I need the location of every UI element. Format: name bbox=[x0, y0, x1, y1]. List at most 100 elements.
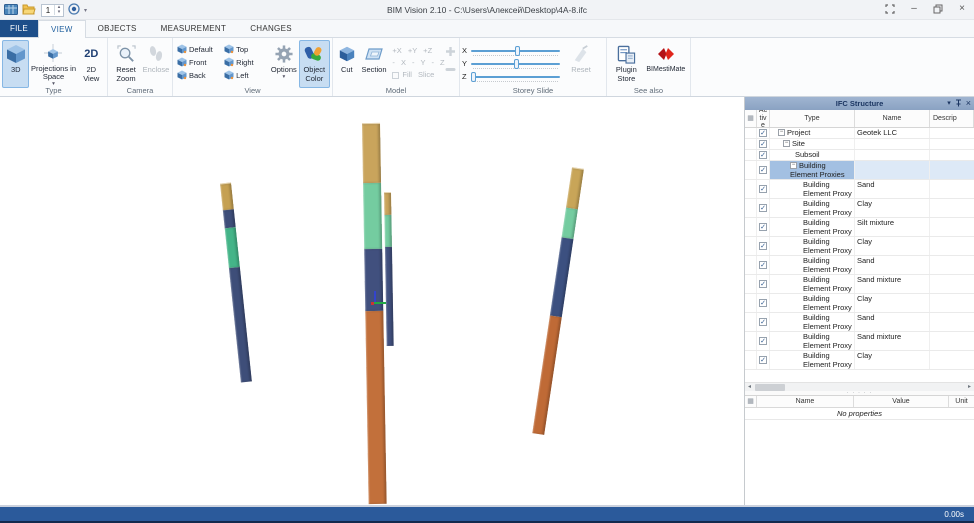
grid-corner-icon[interactable]: ▦ bbox=[745, 110, 757, 127]
soil-layer-segment[interactable] bbox=[220, 182, 234, 210]
view-top-button[interactable]: Top bbox=[222, 43, 269, 56]
slider-track-z[interactable] bbox=[471, 71, 560, 83]
row-type-cell[interactable]: Building Element Proxy bbox=[770, 256, 855, 274]
tree-row[interactable]: ✓Building Element ProxyClay bbox=[745, 237, 974, 256]
slider-handle-y[interactable] bbox=[514, 59, 519, 69]
minimize-button[interactable]: – bbox=[908, 3, 920, 15]
minus-axes-label[interactable]: - X - Y - Z bbox=[392, 57, 444, 69]
collapse-expander-icon[interactable]: − bbox=[790, 162, 797, 169]
soil-layer-segment[interactable] bbox=[566, 167, 584, 209]
view-left-button[interactable]: Left bbox=[222, 69, 269, 82]
fill-slice-checkbox[interactable]: Fill Slice bbox=[392, 69, 444, 81]
row-name-cell[interactable]: Sand mixture bbox=[855, 332, 930, 350]
close-icon[interactable]: × bbox=[966, 99, 971, 108]
borehole-middle-thin[interactable] bbox=[384, 192, 394, 346]
borehole-middle[interactable] bbox=[362, 123, 387, 504]
tree-row[interactable]: ✓−Site bbox=[745, 139, 974, 150]
minus-icon[interactable] bbox=[445, 65, 456, 74]
2d-view-button[interactable]: 2D 2D View bbox=[78, 40, 105, 88]
row-checkbox[interactable]: ✓ bbox=[759, 261, 767, 269]
collapse-expander-icon[interactable]: − bbox=[783, 140, 790, 147]
row-name-cell[interactable]: Clay bbox=[855, 199, 930, 217]
row-checkbox[interactable]: ✓ bbox=[759, 280, 767, 288]
tree-row[interactable]: ✓Building Element ProxySand bbox=[745, 256, 974, 275]
options-button[interactable]: Options ▾ bbox=[269, 40, 298, 88]
row-type-cell[interactable]: Building Element Proxy bbox=[770, 294, 855, 312]
plus-axes-label[interactable]: +X +Y +Z bbox=[392, 45, 444, 57]
tab-file[interactable]: FILE bbox=[0, 20, 38, 37]
row-checkbox[interactable]: ✓ bbox=[759, 151, 767, 159]
selection-count-spinner[interactable]: 1 ▴ ▾ bbox=[41, 4, 64, 17]
slider-track-y[interactable] bbox=[471, 58, 560, 70]
row-checkbox[interactable]: ✓ bbox=[759, 223, 767, 231]
borehole-left[interactable] bbox=[220, 182, 252, 382]
soil-layer-segment[interactable] bbox=[384, 192, 391, 215]
soil-layer-segment[interactable] bbox=[223, 209, 236, 228]
chevron-down-icon[interactable]: ▾ bbox=[947, 100, 951, 107]
reset-zoom-button[interactable]: Reset Zoom bbox=[110, 40, 142, 88]
row-type-cell[interactable]: Building Element Proxy bbox=[770, 313, 855, 331]
row-checkbox[interactable]: ✓ bbox=[759, 129, 767, 137]
soil-layer-segment[interactable] bbox=[385, 247, 394, 346]
property-column-value[interactable]: Value bbox=[854, 396, 949, 407]
tree-row[interactable]: ✓Building Element ProxySand bbox=[745, 180, 974, 199]
slider-track-x[interactable] bbox=[471, 45, 560, 57]
row-checkbox[interactable]: ✓ bbox=[759, 140, 767, 148]
soil-layer-segment[interactable] bbox=[384, 215, 392, 247]
row-type-cell[interactable]: −Site bbox=[770, 139, 855, 149]
tree-row[interactable]: ✓Building Element ProxyClay bbox=[745, 199, 974, 218]
tab-changes[interactable]: CHANGES bbox=[238, 20, 304, 37]
row-type-cell[interactable]: Building Element Proxy bbox=[770, 237, 855, 255]
row-name-cell[interactable]: Sand bbox=[855, 256, 930, 274]
row-name-cell[interactable]: Clay bbox=[855, 294, 930, 312]
column-header-name[interactable]: Name bbox=[855, 110, 930, 127]
row-type-cell[interactable]: Subsoil bbox=[770, 150, 855, 160]
view-front-button[interactable]: Front bbox=[175, 56, 222, 69]
grid-corner-icon[interactable]: ▦ bbox=[745, 396, 757, 407]
row-type-cell[interactable]: Building Element Proxy bbox=[770, 218, 855, 236]
tab-view[interactable]: VIEW bbox=[38, 20, 86, 38]
borehole-right[interactable] bbox=[532, 167, 584, 435]
tree-row[interactable]: ✓Building Element ProxyClay bbox=[745, 351, 974, 370]
spinner-down-icon[interactable]: ▾ bbox=[55, 10, 63, 15]
soil-layer-segment[interactable] bbox=[562, 208, 578, 239]
row-name-cell[interactable] bbox=[855, 150, 930, 160]
scrollbar-thumb[interactable] bbox=[755, 384, 785, 391]
soil-layer-segment[interactable] bbox=[532, 315, 561, 434]
restore-button[interactable] bbox=[932, 3, 944, 15]
row-name-cell[interactable] bbox=[855, 161, 930, 179]
row-type-cell[interactable]: −Project bbox=[770, 128, 855, 138]
soil-layer-segment[interactable] bbox=[362, 123, 381, 183]
column-header-type[interactable]: Type bbox=[770, 110, 855, 127]
spinner-arrows[interactable]: ▴ ▾ bbox=[54, 5, 63, 15]
tree-row[interactable]: ✓Subsoil bbox=[745, 150, 974, 161]
projections-in-space-button[interactable]: Projections in Space ▾ bbox=[29, 40, 77, 88]
object-color-button[interactable]: Object Color bbox=[299, 40, 330, 88]
slider-handle-z[interactable] bbox=[471, 72, 476, 82]
plus-icon[interactable] bbox=[445, 46, 456, 59]
fullscreen-button[interactable] bbox=[884, 3, 896, 15]
soil-layer-segment[interactable] bbox=[225, 227, 240, 268]
cut-button[interactable]: Cut bbox=[335, 40, 359, 88]
soil-layer-segment[interactable] bbox=[550, 237, 574, 317]
row-name-cell[interactable]: Clay bbox=[855, 237, 930, 255]
bimestimate-button[interactable]: BIMestiMate bbox=[644, 40, 688, 88]
view-default-button[interactable]: Default bbox=[175, 43, 222, 56]
tab-objects[interactable]: OBJECTS bbox=[86, 20, 149, 37]
target-icon[interactable] bbox=[68, 3, 80, 17]
storey-reset-button[interactable]: Reset bbox=[564, 40, 598, 88]
tree-row[interactable]: ✓Building Element ProxyClay bbox=[745, 294, 974, 313]
slider-handle-x[interactable] bbox=[515, 46, 520, 56]
view-back-button[interactable]: Back bbox=[175, 69, 222, 82]
soil-layer-segment[interactable] bbox=[229, 267, 252, 383]
tree-row[interactable]: ✓Building Element ProxySilt mixture bbox=[745, 218, 974, 237]
soil-layer-segment[interactable] bbox=[365, 311, 386, 504]
tree-row[interactable]: ✓Building Element ProxySand mixture bbox=[745, 332, 974, 351]
section-button[interactable]: Section bbox=[359, 40, 390, 88]
column-header-active[interactable]: Active bbox=[757, 110, 770, 127]
tree-row[interactable]: ✓Building Element ProxySand bbox=[745, 313, 974, 332]
collapse-expander-icon[interactable]: − bbox=[778, 129, 785, 136]
row-checkbox[interactable]: ✓ bbox=[759, 204, 767, 212]
plugin-store-button[interactable]: Plugin Store bbox=[609, 40, 644, 88]
tree-row[interactable]: ✓−Building Element Proxies bbox=[745, 161, 974, 180]
